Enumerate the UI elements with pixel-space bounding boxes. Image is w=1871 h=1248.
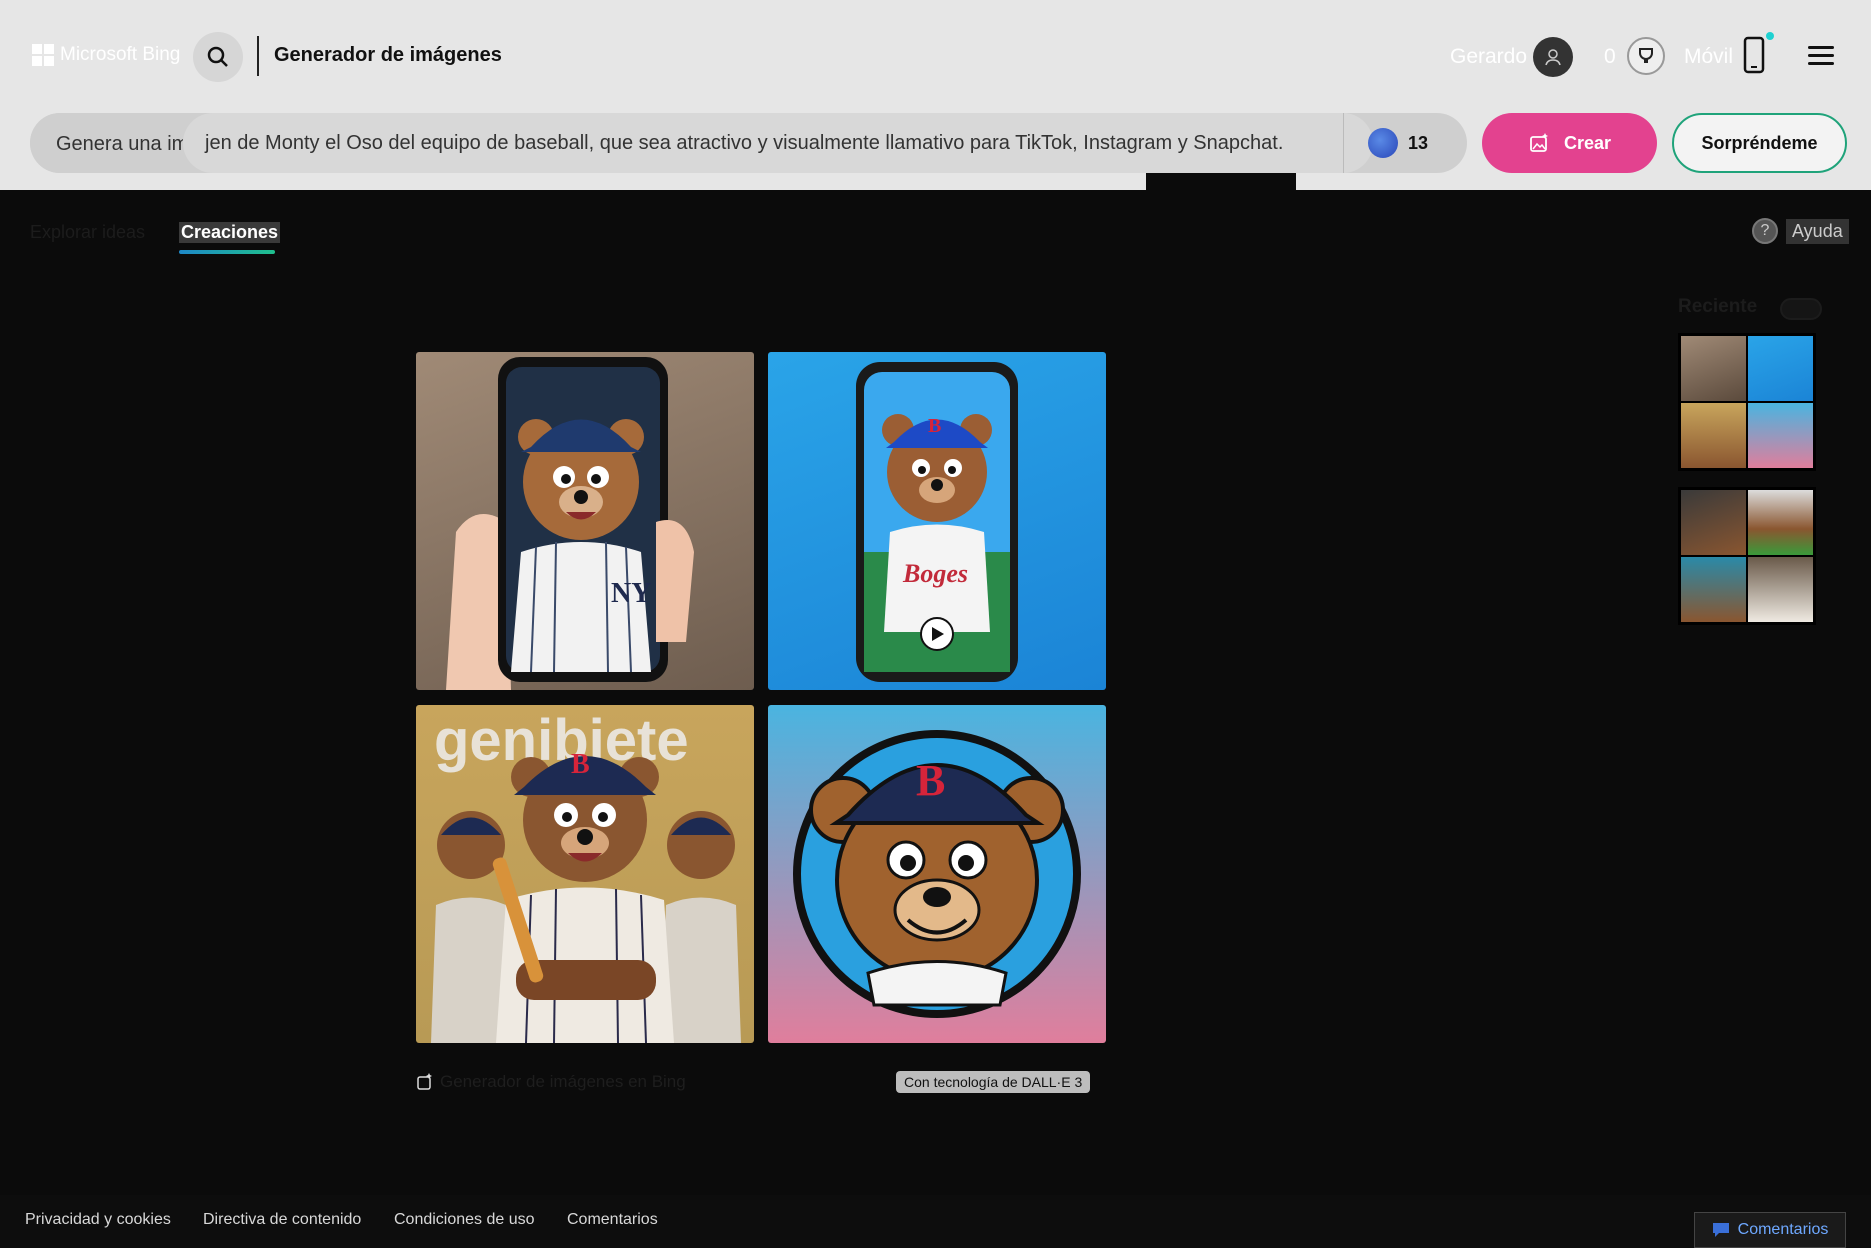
prompt-bar: Genera una im jen de Monty el Oso del eq… (30, 113, 1467, 173)
recent-thumb[interactable] (1748, 490, 1813, 555)
generated-image-3[interactable]: genibiete B (416, 705, 754, 1043)
svg-text:B: B (916, 756, 945, 805)
user-icon (1545, 49, 1561, 66)
tab-active-indicator (179, 250, 275, 254)
feedback-button[interactable]: Comentarios (1694, 1212, 1846, 1248)
recent-thumb[interactable] (1681, 490, 1746, 555)
search-button[interactable] (193, 32, 243, 82)
footer-link-privacy[interactable]: Privacidad y cookies (25, 1211, 171, 1229)
bear-badge-image: B (793, 730, 1081, 1018)
page-title: Generador de imágenes (274, 44, 502, 66)
image-sparkle-icon (1530, 133, 1548, 152)
hamburger-menu-icon[interactable] (1808, 46, 1834, 66)
user-name[interactable]: Gerardo (1450, 45, 1527, 69)
recent-group-1[interactable] (1678, 333, 1816, 471)
mobile-phone-icon[interactable] (1743, 36, 1765, 74)
boost-coin-icon (1368, 128, 1398, 158)
rewards-count[interactable]: 0 (1604, 45, 1616, 69)
prompt-prefix[interactable]: Genera una im (30, 113, 183, 173)
generated-image-4[interactable]: B (768, 705, 1106, 1043)
mobile-label[interactable]: Móvil (1684, 45, 1733, 69)
notification-dot (1766, 32, 1774, 40)
tab-creations[interactable]: Creaciones (179, 222, 281, 243)
recent-thumb[interactable] (1681, 557, 1746, 622)
recent-toggle[interactable] (1780, 298, 1822, 320)
recent-thumb[interactable] (1748, 336, 1813, 401)
help-button[interactable]: ? Ayuda (1752, 218, 1849, 244)
boost-separator (1343, 113, 1344, 173)
prompt-text[interactable]: jen de Monty el Oso del equipo de baseba… (205, 132, 1283, 155)
recent-group-2[interactable] (1678, 487, 1816, 625)
generator-link[interactable]: Generador de imágenes en Bing (416, 1072, 686, 1092)
image-generator-icon (417, 1073, 432, 1090)
windows-logo-icon (32, 44, 54, 66)
recent-thumb[interactable] (1681, 403, 1746, 468)
svg-text:NY: NY (611, 578, 651, 609)
search-icon (207, 46, 228, 67)
chat-bubble-icon (1712, 1223, 1729, 1237)
feedback-label: Comentarios (1737, 1221, 1829, 1238)
bear-tiktok-image: B Boges (856, 362, 1018, 682)
boost-counter[interactable]: 13 (1368, 128, 1428, 158)
rewards-icon[interactable] (1627, 37, 1665, 75)
bing-logo[interactable]: Microsoft Bing (32, 44, 180, 66)
svg-text:B: B (571, 749, 590, 780)
create-button[interactable]: Crear (1482, 113, 1657, 173)
help-label: Ayuda (1786, 218, 1849, 244)
generated-image-2[interactable]: B Boges (768, 352, 1106, 690)
recent-thumb[interactable] (1681, 336, 1746, 401)
footer-link-feedback[interactable]: Comentarios (567, 1211, 658, 1229)
tab-explore[interactable]: Explorar ideas (30, 222, 145, 243)
help-icon: ? (1752, 218, 1778, 244)
recent-thumb[interactable] (1748, 403, 1813, 468)
svg-text:B: B (928, 415, 941, 437)
boost-count: 13 (1408, 132, 1429, 153)
header-divider (257, 36, 259, 76)
svg-text:Boges: Boges (902, 559, 968, 588)
footer-link-content-policy[interactable]: Directiva de contenido (203, 1211, 361, 1229)
surprise-button[interactable]: Sorpréndeme (1672, 113, 1847, 173)
dalle-badge: Con tecnología de DALL·E 3 (896, 1071, 1091, 1093)
create-label: Crear (1563, 132, 1612, 153)
header-gap (1146, 172, 1296, 192)
generator-link-label: Generador de imágenes en Bing (440, 1072, 686, 1091)
bear-team-image: genibiete B (431, 708, 741, 1043)
recent-label: Reciente (1678, 296, 1758, 317)
avatar[interactable] (1533, 37, 1573, 77)
generated-image-1[interactable]: NY (416, 352, 754, 690)
bear-phone-image: NY (446, 357, 694, 690)
recent-thumb[interactable] (1748, 557, 1813, 622)
logo-text: Microsoft Bing (60, 44, 181, 65)
footer-link-terms[interactable]: Condiciones de uso (394, 1211, 535, 1229)
